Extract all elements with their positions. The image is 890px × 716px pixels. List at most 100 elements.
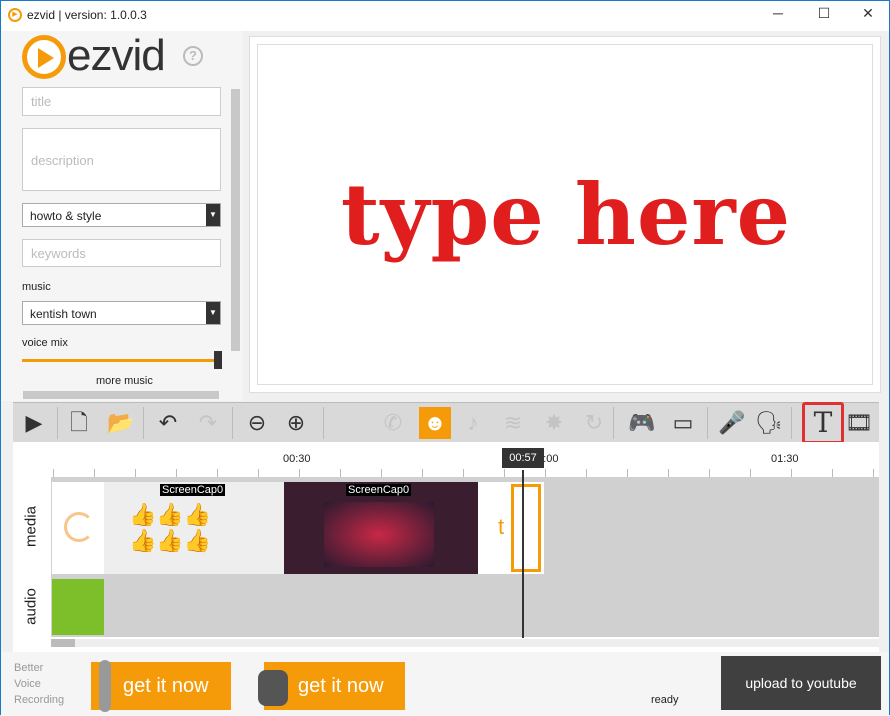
ruler-tick — [94, 469, 95, 477]
playhead-time: 00:57 — [502, 448, 544, 468]
waves-icon[interactable]: ≋ — [497, 407, 529, 439]
film-icon[interactable]: 🎞 — [843, 407, 875, 439]
headset-ad-button[interactable]: get it now — [258, 662, 405, 710]
ad-label: get it now — [298, 675, 384, 697]
ruler-tick — [422, 469, 423, 477]
category-value: howto & style — [30, 209, 102, 223]
title-bar: ▶ ezvid | version: 1.0.0.3 ─ ☐ ✕ — [1, 1, 889, 31]
screen-clip-1[interactable]: 👍👍👍 👍👍👍 ScreenCap0 — [104, 482, 284, 574]
toolbar-separator — [707, 407, 708, 439]
ruler-tick — [504, 469, 505, 477]
preview-frame: type here — [257, 44, 873, 385]
timeline: 00:30 01:00 01:30 media audio 👍👍👍 👍👍👍 Scre… — [13, 442, 879, 652]
keywords-input[interactable]: keywords — [22, 239, 221, 267]
ruler-tick — [340, 469, 341, 477]
phone-icon[interactable]: ✆ — [377, 407, 409, 439]
project-panel: ezvid ? title description howto & style ▼… — [1, 31, 243, 401]
ruler-tick — [299, 469, 300, 477]
playhead[interactable] — [522, 470, 524, 638]
ezvid-logo: ezvid — [67, 31, 166, 80]
media-track-label: media — [22, 506, 40, 547]
music-label: music — [22, 281, 51, 293]
ruler-tick — [586, 469, 587, 477]
panel-scrollbar[interactable] — [231, 89, 240, 351]
monitor-icon[interactable]: ▭ — [667, 407, 699, 439]
microphone-ad-button[interactable]: get it now — [91, 660, 231, 712]
zoom-in-icon[interactable]: ⊕ — [280, 407, 312, 439]
ruler-tick — [709, 469, 710, 477]
ruler-tick — [258, 469, 259, 477]
toolbar-separator — [232, 407, 233, 439]
minimize-button[interactable]: ─ — [767, 5, 789, 25]
toolbar-separator — [791, 407, 792, 439]
ruler-tick — [53, 469, 54, 477]
ruler-tick — [791, 469, 792, 477]
ad-label: get it now — [123, 675, 209, 697]
more-music-link[interactable]: more music — [96, 375, 153, 387]
toolbar-separator — [57, 407, 58, 439]
ruler-tick — [545, 469, 546, 477]
burst-icon[interactable]: ✸ — [538, 407, 570, 439]
toolbar: ▶ 🗋 📂 ↶ ↷ ⊖ ⊕ ✆ ☻ ♪ ≋ ✸ ↻ 🎮 ▭ 🎤 🗣 T 🎞 — [13, 402, 879, 444]
tick-label: 01:30 — [771, 453, 799, 465]
ruler-tick — [135, 469, 136, 477]
microphone-icon — [99, 660, 111, 712]
speech-icon[interactable]: 🗣 — [753, 407, 785, 439]
upload-to-youtube-button[interactable]: upload to youtube — [721, 656, 881, 710]
promo-line: Better — [14, 662, 44, 674]
help-icon[interactable]: ? — [183, 46, 203, 66]
microphone-icon[interactable]: 🎤 — [716, 407, 748, 439]
screen-clip-2[interactable]: ScreenCap0 — [284, 482, 478, 574]
clip-label: ScreenCap0 — [160, 484, 226, 496]
text-clip-glyph: t — [498, 514, 505, 539]
ruler-tick — [381, 469, 382, 477]
status-text: ready — [651, 694, 679, 706]
ruler-tick — [217, 469, 218, 477]
audio-track-label: audio — [22, 588, 40, 625]
open-folder-icon[interactable]: 📂 — [105, 407, 137, 439]
gamepad-icon[interactable]: 🎮 — [626, 407, 658, 439]
title-input[interactable]: title — [22, 87, 221, 116]
timeline-scrollbar[interactable] — [51, 639, 879, 647]
new-project-icon[interactable]: 🗋 — [63, 407, 95, 439]
ruler-tick — [873, 469, 874, 477]
preview-text[interactable]: type here — [258, 165, 874, 264]
audio-clip[interactable] — [52, 579, 104, 635]
ruler-tick — [627, 469, 628, 477]
ruler-tick — [176, 469, 177, 477]
music-value: kentish town — [30, 307, 97, 321]
chevron-down-icon: ▼ — [206, 302, 220, 324]
bottom-bar: Better Voice Recording get it now get it n… — [1, 652, 889, 716]
redo-icon[interactable]: ↷ — [192, 407, 224, 439]
voice-mix-slider-handle[interactable] — [214, 351, 222, 369]
description-input[interactable]: description — [22, 128, 221, 191]
guitar-icon[interactable]: ♪ — [457, 407, 489, 439]
ruler-tick — [832, 469, 833, 477]
toolbar-separator — [613, 407, 614, 439]
text-icon[interactable]: T — [802, 402, 844, 444]
app-icon: ▶ — [8, 8, 22, 22]
panel-hscrollbar[interactable] — [23, 391, 219, 399]
toolbar-separator — [143, 407, 144, 439]
window-title: ezvid | version: 1.0.0.3 — [27, 8, 147, 22]
category-select[interactable]: howto & style ▼ — [22, 203, 221, 227]
text-clip[interactable]: t — [478, 482, 544, 574]
play-icon[interactable]: ▶ — [18, 407, 50, 439]
ruler-tick — [668, 469, 669, 477]
voice-mix-slider[interactable] — [22, 359, 221, 362]
intro-clip[interactable] — [52, 482, 104, 574]
promo-line: Recording — [14, 694, 65, 706]
maximize-button[interactable]: ☐ — [813, 5, 835, 25]
toolbar-separator — [323, 407, 324, 439]
ruler-tick — [463, 469, 464, 477]
promo-text: Better Voice Recording — [14, 660, 64, 708]
close-button[interactable]: ✕ — [857, 5, 879, 25]
zoom-out-icon[interactable]: ⊖ — [241, 407, 273, 439]
undo-icon[interactable]: ↶ — [152, 407, 184, 439]
ezvid-logo-icon — [22, 35, 66, 79]
music-select[interactable]: kentish town ▼ — [22, 301, 221, 325]
spiral-icon[interactable]: ↻ — [578, 407, 610, 439]
clip-label: ScreenCap0 — [346, 484, 412, 496]
robot-icon[interactable]: ☻ — [419, 407, 451, 439]
ruler-tick — [750, 469, 751, 477]
